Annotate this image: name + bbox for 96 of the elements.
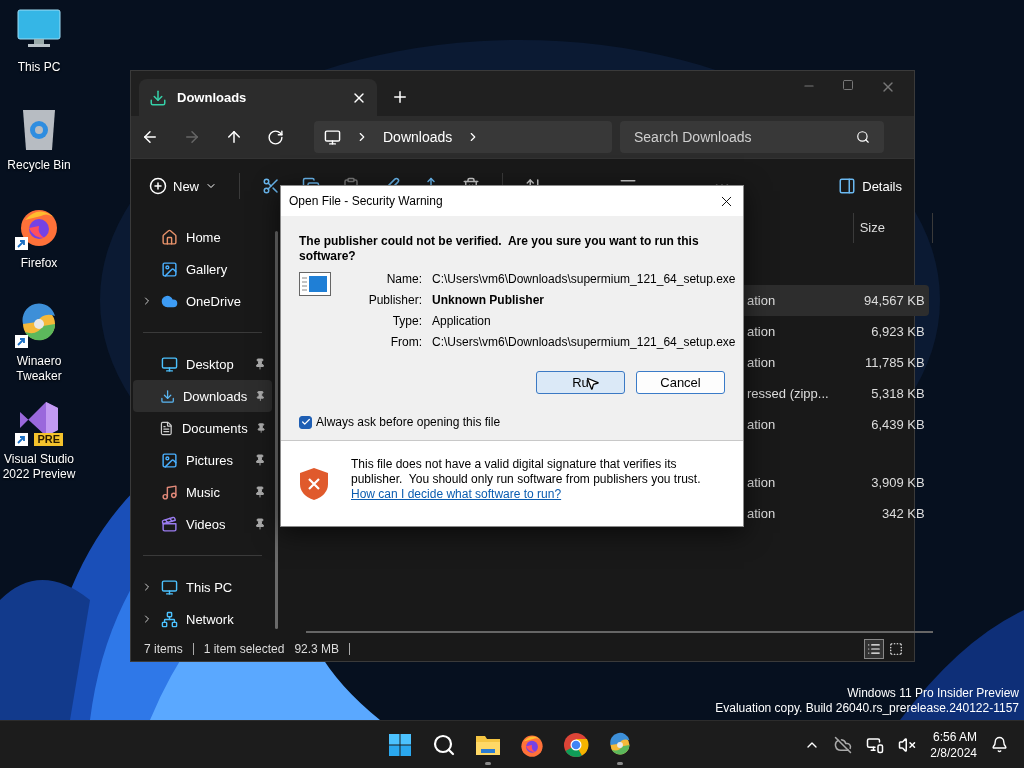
panel-icon [838,177,857,195]
checkbox-label[interactable]: Always ask before opening this file [316,415,501,429]
size-cell-text: 5,318 KB [870,386,926,401]
dialog-title: Open File - Security Warning [289,194,444,208]
nav-item[interactable]: Pictures [133,444,272,476]
download-icon [149,88,167,107]
monitor-icon [324,128,341,146]
cloud-off-icon[interactable] [834,735,853,754]
help-link[interactable]: How can I decide what software to run? [351,487,562,501]
nav-item[interactable]: Documents [133,412,272,444]
type-cell-text: ation [747,506,777,521]
size-cell-text: 6,439 KB [870,417,926,432]
monitor-icon [161,355,178,373]
warning-question: The publisher could not be verified. Are you sure you want to run this software? [299,234,700,264]
dialog-button[interactable]: Cancel [636,371,725,394]
preview-badge: PRE [34,433,63,446]
document-icon [159,419,174,437]
nav-item[interactable]: Music [133,476,272,508]
refresh-icon[interactable] [267,128,284,146]
field-label: From: [389,335,422,349]
check-icon [300,417,311,427]
type-cell-text: ation [747,417,777,432]
network-icon[interactable] [866,735,885,754]
image-icon [161,451,178,469]
application-icon [299,272,331,296]
scrollbar-thumb[interactable] [306,631,933,633]
music-note-icon [161,483,178,501]
scrollbar-thumb[interactable] [275,231,278,629]
list-icon [867,642,881,656]
type-cell: ressed (zipp... [747,386,829,401]
search-field[interactable]: Search Downloads [620,121,884,153]
shield-x-icon [299,467,329,501]
monitor-icon [161,578,178,596]
scissors-icon[interactable] [262,177,280,195]
nav-item[interactable]: This PC [133,571,272,603]
nav-item[interactable]: Gallery [133,253,272,285]
chrome-logo-icon[interactable] [563,732,589,758]
film-icon [161,515,178,533]
field-value: C:\Users\vm6\Downloads\supermium_121_64_setup.exe [432,335,736,349]
address-bar[interactable]: Downloads [314,121,612,153]
type-cell-text: ation [747,324,777,339]
field-value: Application [432,314,492,328]
forward-arrow-icon[interactable] [183,128,201,146]
nav-item[interactable]: Network [133,603,272,635]
download-icon [159,387,175,405]
size-cell-text: 3,909 KB [870,475,926,490]
build-info-text: Windows 11 Pro Insider Preview [847,686,1019,701]
desktop-icon-label[interactable]: Recycle Bin [7,158,71,173]
monitor-icon [16,8,62,50]
plus-circle-icon [149,177,167,195]
size-cell-text: 11,785 KB [863,355,926,370]
folder-icon[interactable] [475,733,501,757]
network-icon [161,610,178,628]
desktop-icon-label[interactable]: Winaero Tweaker [0,354,78,384]
desktop-icon-label[interactable]: Firefox [20,256,58,271]
field-value: Unknown Publisher [432,293,545,307]
checkbox[interactable] [299,415,312,429]
column-header[interactable]: Size [852,213,933,243]
desktop-icon-label[interactable]: Visual Studio 2022 Preview [0,452,78,482]
item-count: 7 items [144,642,183,656]
warning-text: This file does not have a valid digital signature that verifies its publisher. You should only run software from publishers you trust. [351,457,702,487]
desktop-icon-label[interactable]: This PC [17,60,61,75]
size-cell-text: 342 KB [881,506,926,521]
nav-item[interactable]: Desktop [133,348,272,380]
details-button[interactable]: Details [838,177,902,195]
window-tab[interactable]: Downloads [139,79,377,116]
clock[interactable]: 6:56 AM 2/8/2024 [930,728,977,761]
bell-icon[interactable] [991,736,1008,753]
search-icon[interactable] [432,733,456,757]
nav-item[interactable]: Home [133,221,272,253]
breadcrumb[interactable]: Downloads [383,129,453,145]
type-cell-text: ation [747,293,777,308]
field-label: Name: [385,272,422,286]
nav-item[interactable]: Downloads [133,380,272,412]
field-label: Type: [391,314,422,328]
search-icon [856,130,870,144]
dialog-button[interactable]: Ru [536,371,625,394]
selection-info: 1 item selected [203,642,285,656]
field-value: C:\Users\vm6\Downloads\supermium_121_64_setup.exe [432,272,736,286]
windows-logo-icon[interactable] [388,733,412,757]
size-cell-text: 6,923 KB [870,324,926,339]
details-view-button[interactable] [864,639,884,659]
type-cell-text: ation [747,475,777,490]
house-icon [161,228,178,246]
selection-size: 92.3 MB [294,642,340,656]
nav-item[interactable]: Videos [133,508,272,540]
maximize-icon[interactable] [842,79,854,91]
size-cell-text: 94,567 KB [862,293,926,308]
volume-muted-icon[interactable] [898,735,917,754]
type-cell-text: ation [747,355,777,370]
square-icon [889,642,903,656]
nav-item[interactable]: OneDrive [133,285,272,317]
image-icon [161,260,178,278]
new-button[interactable]: New [149,177,217,195]
field-label: Publisher: [367,293,422,307]
build-info-text: Evaluation copy. Build 26040.rs_prerelease.240122-1157 [715,701,1019,716]
